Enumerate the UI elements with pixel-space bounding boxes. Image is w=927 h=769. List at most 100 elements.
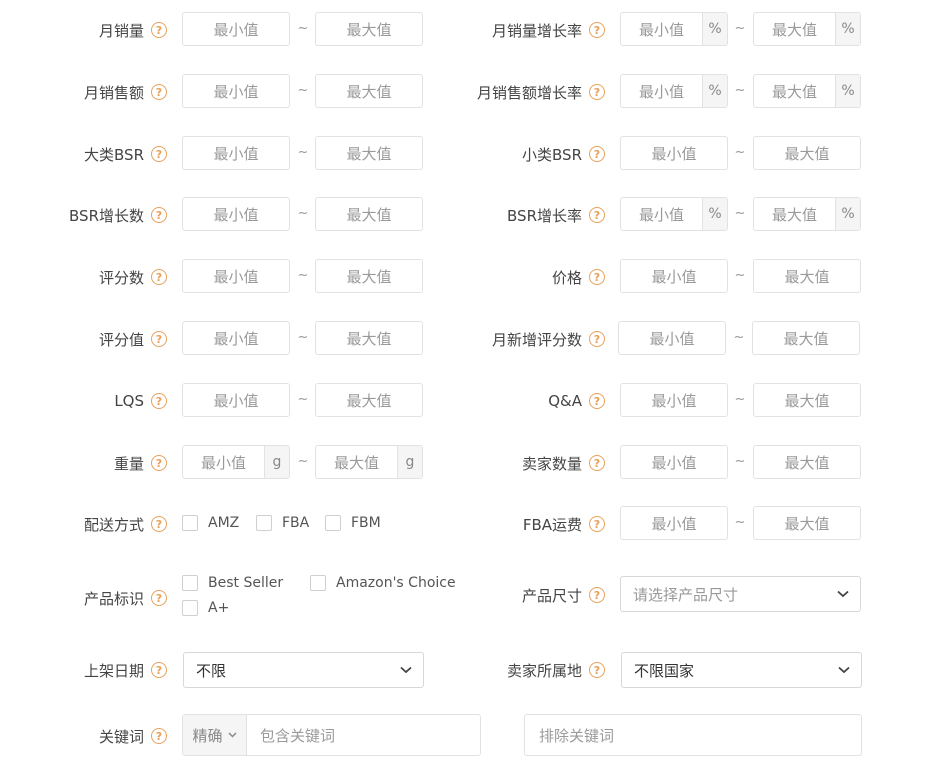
label-keyword: 关键词?: [0, 724, 167, 748]
checkbox-box[interactable]: [256, 515, 272, 531]
help-icon[interactable]: ?: [151, 84, 167, 100]
chevron-down-icon: [227, 732, 237, 738]
range-separator: ~: [734, 268, 746, 283]
lqs-min-input[interactable]: 最小值: [182, 383, 290, 417]
rating-value-min-input[interactable]: 最小值: [182, 321, 290, 355]
percent-unit: %: [702, 13, 727, 45]
product-size-select[interactable]: 请选择产品尺寸: [620, 576, 861, 612]
label-monthly-sales: 月销量?: [0, 18, 167, 42]
checkbox-box[interactable]: [182, 515, 198, 531]
range-separator: ~: [297, 145, 309, 160]
help-icon[interactable]: ?: [151, 146, 167, 162]
help-icon[interactable]: ?: [589, 455, 605, 471]
monthly-revenue-max-input[interactable]: 最大值: [315, 74, 423, 108]
help-icon[interactable]: ?: [589, 22, 605, 38]
help-icon[interactable]: ?: [151, 590, 167, 606]
bsr-growth-rate-max-input[interactable]: 最大值%: [753, 197, 861, 231]
help-icon[interactable]: ?: [151, 728, 167, 744]
help-icon[interactable]: ?: [589, 84, 605, 100]
help-icon[interactable]: ?: [589, 146, 605, 162]
rating-count-max-input[interactable]: 最大值: [315, 259, 423, 293]
label-monthly-sales-growth: 月销量增长率?: [430, 18, 605, 42]
checkbox-box[interactable]: [182, 575, 198, 591]
help-icon[interactable]: ?: [151, 331, 167, 347]
help-icon[interactable]: ?: [589, 587, 605, 603]
rating-value-max-input[interactable]: 最大值: [315, 321, 423, 355]
monthly-revenue-growth-max-input[interactable]: 最大值%: [753, 74, 861, 108]
monthly-revenue-growth-min-input[interactable]: 最小值%: [620, 74, 728, 108]
minor-bsr-min-input[interactable]: 最小值: [620, 136, 728, 170]
help-icon[interactable]: ?: [151, 455, 167, 471]
qa-max-input[interactable]: 最大值: [753, 383, 861, 417]
checkbox-amz[interactable]: AMZ: [182, 515, 239, 531]
fba-fee-min-input[interactable]: 最小值: [620, 506, 728, 540]
match-mode-select[interactable]: 精确: [183, 715, 247, 755]
bsr-growth-count-min-input[interactable]: 最小值: [182, 197, 290, 231]
checkbox-a-plus[interactable]: A+: [182, 600, 229, 616]
monthly-new-ratings-min-input[interactable]: 最小值: [618, 321, 726, 355]
range-separator: ~: [297, 392, 309, 407]
help-icon[interactable]: ?: [589, 207, 605, 223]
chevron-down-icon: [837, 663, 851, 677]
major-bsr-max-input[interactable]: 最大值: [315, 136, 423, 170]
checkbox-box[interactable]: [182, 600, 198, 616]
checkbox-box[interactable]: [325, 515, 341, 531]
monthly-sales-growth-max-input[interactable]: 最大值%: [753, 12, 861, 46]
range-separator: ~: [297, 268, 309, 283]
help-icon[interactable]: ?: [151, 516, 167, 532]
help-icon[interactable]: ?: [589, 662, 605, 678]
weight-max-input[interactable]: 最大值 g: [315, 445, 423, 479]
monthly-new-ratings-max-input[interactable]: 最大值: [752, 321, 860, 355]
label-product-tag: 产品标识?: [0, 586, 167, 610]
label-rating-count: 评分数?: [0, 265, 167, 289]
bsr-growth-rate-min-input[interactable]: 最小值%: [620, 197, 728, 231]
help-icon[interactable]: ?: [589, 269, 605, 285]
bsr-growth-count-max-input[interactable]: 最大值: [315, 197, 423, 231]
checkbox-box[interactable]: [310, 575, 326, 591]
help-icon[interactable]: ?: [151, 662, 167, 678]
label-weight: 重量?: [0, 451, 167, 475]
weight-min-input[interactable]: 最小值 g: [182, 445, 290, 479]
monthly-sales-max-input[interactable]: 最大值: [315, 12, 423, 46]
rating-count-min-input[interactable]: 最小值: [182, 259, 290, 293]
qa-min-input[interactable]: 最小值: [620, 383, 728, 417]
help-icon[interactable]: ?: [589, 393, 605, 409]
checkbox-fba[interactable]: FBA: [256, 515, 309, 531]
checkbox-fbm[interactable]: FBM: [325, 515, 381, 531]
monthly-sales-min-input[interactable]: 最小值: [182, 12, 290, 46]
price-min-input[interactable]: 最小值: [620, 259, 728, 293]
range-separator: ~: [297, 206, 309, 221]
seller-location-select[interactable]: 不限国家: [621, 652, 862, 688]
range-separator: ~: [734, 83, 746, 98]
help-icon[interactable]: ?: [151, 207, 167, 223]
minor-bsr-max-input[interactable]: 最大值: [753, 136, 861, 170]
range-separator: ~: [734, 145, 746, 160]
percent-unit: %: [835, 75, 860, 107]
lqs-max-input[interactable]: 最大值: [315, 383, 423, 417]
label-price: 价格?: [430, 265, 605, 289]
help-icon[interactable]: ?: [589, 331, 605, 347]
keyword-include-group: 精确 包含关键词: [182, 714, 481, 756]
help-icon[interactable]: ?: [589, 516, 605, 532]
major-bsr-min-input[interactable]: 最小值: [182, 136, 290, 170]
range-separator: ~: [734, 454, 746, 469]
help-icon[interactable]: ?: [151, 269, 167, 285]
chevron-down-icon: [399, 663, 413, 677]
percent-unit: %: [835, 198, 860, 230]
price-max-input[interactable]: 最大值: [753, 259, 861, 293]
fba-fee-max-input[interactable]: 最大值: [753, 506, 861, 540]
help-icon[interactable]: ?: [151, 393, 167, 409]
gram-unit: g: [264, 446, 289, 478]
keyword-include-input[interactable]: 包含关键词: [247, 725, 335, 746]
help-icon[interactable]: ?: [151, 22, 167, 38]
launch-date-select[interactable]: 不限: [183, 652, 424, 688]
monthly-sales-growth-min-input[interactable]: 最小值%: [620, 12, 728, 46]
checkbox-best-seller[interactable]: Best Seller: [182, 575, 283, 591]
percent-unit: %: [702, 198, 727, 230]
seller-count-max-input[interactable]: 最大值: [753, 445, 861, 479]
keyword-exclude-input[interactable]: 排除关键词: [524, 714, 862, 756]
range-separator: ~: [297, 330, 309, 345]
seller-count-min-input[interactable]: 最小值: [620, 445, 728, 479]
label-monthly-revenue: 月销售额?: [0, 80, 167, 104]
monthly-revenue-min-input[interactable]: 最小值: [182, 74, 290, 108]
